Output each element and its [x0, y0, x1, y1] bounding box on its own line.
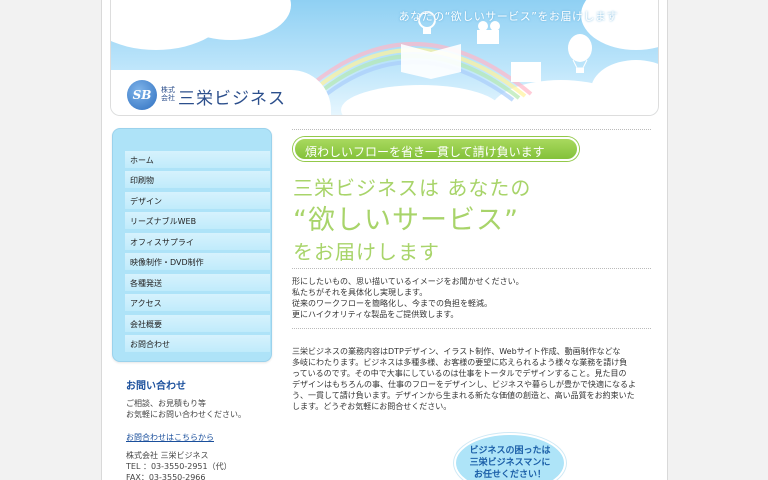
body-line: 三栄ビジネスの業務内容はDTPデザイン、イラスト制作、Webサイト作成、動画制作… — [292, 347, 621, 356]
divider — [292, 268, 651, 269]
header-tagline: あなたの“欲しいサービス”をお届けします — [398, 10, 618, 23]
contact-link[interactable]: お問合わせはこちらから — [126, 432, 214, 443]
company-fax: FAX：03-3550-2966 — [126, 473, 206, 480]
nav-item-contact[interactable]: お問合わせ — [125, 335, 270, 352]
contact-line: ご相談、お見積もり等 — [126, 399, 206, 408]
body-paragraph: 三栄ビジネスの業務内容はDTPデザイン、イラスト制作、Webサイト作成、動画制作… — [292, 346, 652, 412]
hero-line-1: 三栄ビジネスは あなたの — [293, 176, 532, 200]
intro-line: 私たちがそれを具体化し実現します。 — [292, 288, 428, 297]
body-line: 多岐にわたります。ビジネスは多種多様、お客様の要望に応えられるよう様々な業務を請… — [292, 358, 628, 367]
body-line: します。どうぞお気軽にお問合せください。 — [292, 402, 452, 411]
promo-bubble[interactable]: ビジネスの困ったは 三栄ビジネスマンに お任せください！ — [454, 433, 566, 480]
nav-item-shipping[interactable]: 各種発送 — [125, 274, 270, 291]
hero-line-2: “欲しいサービス” — [293, 205, 519, 236]
logo-company-type: 株式会社 — [161, 86, 175, 102]
intro-line: 更にハイクオリティな製品をご提供致します。 — [292, 310, 459, 319]
intro-line: 従来のワークフローを簡略化し、今までの負担を軽減。 — [292, 299, 492, 308]
headline-badge: 煩わしいフローを省き一貫して請け負います — [293, 137, 579, 161]
contact-title: お問い合わせ — [126, 381, 186, 392]
intro-paragraph: 形にしたいもの、思い描いているイメージをお聞かせください。 私たちがそれを具体化… — [292, 276, 652, 320]
nav-item-access[interactable]: アクセス — [125, 294, 270, 311]
page-container: あなたの“欲しいサービス”をお届けします SB 株式会社 三栄ビジネス ホーム … — [101, 0, 668, 480]
body-line: う、一貫して請け負います。デザインから生まれる新たな価値の創造と、高い品質をお約… — [292, 391, 635, 400]
header-banner: あなたの“欲しいサービス”をお届けします SB 株式会社 三栄ビジネス — [110, 0, 659, 116]
nav-item-design[interactable]: デザイン — [125, 192, 270, 209]
contact-line: お気軽にお問い合わせください。 — [126, 410, 246, 419]
bubble-line: お任せください！ — [473, 470, 546, 480]
nav-item-web[interactable]: リーズナブルWEB — [125, 212, 270, 229]
company-name-logo[interactable]: 三栄ビジネス — [178, 84, 286, 109]
bubble-line: 三栄ビジネスマンに — [469, 458, 551, 468]
hero-line-3: をお届けします — [293, 240, 440, 264]
body-line: デザインはもちろんの事、仕事のフローをデザインし、ビジネスや暮らしが豊かで快適に… — [292, 380, 636, 389]
balloon-icon — [568, 34, 592, 73]
nav-item-video[interactable]: 映像制作・DVD制作 — [125, 253, 270, 270]
company-tel: TEL ：03-3550-2951（代） — [126, 462, 232, 471]
sidebar-nav: ホーム 印刷物 デザイン リーズナブルWEB オフィスサプライ 映像制作・DVD… — [112, 128, 272, 362]
body-line: っているのです。その中で大事にしているのは仕事をトータルでデザインすること。見た… — [292, 369, 627, 378]
divider — [292, 328, 651, 329]
company-name: 株式会社 三栄ビジネス — [126, 451, 209, 460]
divider — [292, 129, 651, 130]
nav-item-home[interactable]: ホーム — [125, 151, 270, 168]
intro-line: 形にしたいもの、思い描いているイメージをお聞かせください。 — [292, 277, 524, 286]
nav-item-print[interactable]: 印刷物 — [125, 171, 270, 188]
bubble-line: ビジネスの困ったは — [469, 446, 551, 456]
nav-item-office-supply[interactable]: オフィスサプライ — [125, 233, 270, 250]
company-logo-icon[interactable]: SB — [127, 80, 157, 110]
nav-item-company[interactable]: 会社概要 — [125, 315, 270, 332]
